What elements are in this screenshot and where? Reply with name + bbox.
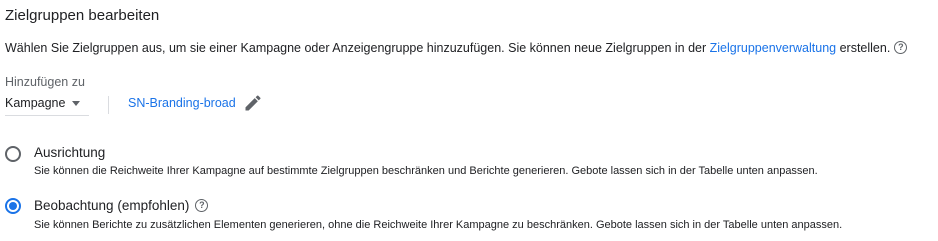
page-title: Zielgruppen bearbeiten <box>5 7 160 24</box>
campaign-name-link[interactable]: SN-Branding-broad <box>128 96 236 110</box>
caret-down-icon <box>72 100 81 106</box>
help-circle-icon[interactable]: ? <box>894 41 908 55</box>
pencil-icon[interactable] <box>243 93 263 113</box>
add-to-select-value: Kampagne <box>5 96 66 110</box>
audience-manager-link[interactable]: Zielgruppenverwaltung <box>710 41 836 55</box>
radio-observation[interactable] <box>5 198 21 214</box>
add-to-label: Hinzufügen zu <box>5 75 85 89</box>
radio-targeting[interactable] <box>5 146 21 162</box>
option-observation-title: Beobachtung (empfohlen)? <box>34 198 209 213</box>
description-text-before: Wählen Sie Zielgruppen aus, um sie einer… <box>5 41 710 55</box>
option-observation-description: Sie können Berichte zu zusätzlichen Elem… <box>34 219 843 231</box>
option-targeting-description: Sie können die Reichweite Ihrer Kampagne… <box>34 165 818 177</box>
add-to-select[interactable]: Kampagne <box>5 91 89 116</box>
radio-selected-dot <box>9 202 17 210</box>
description-text-after: erstellen. <box>836 41 891 55</box>
option-targeting-title: Ausrichtung <box>34 145 106 160</box>
description: Wählen Sie Zielgruppen aus, um sie einer… <box>5 41 908 55</box>
option-observation-title-text: Beobachtung (empfohlen) <box>34 198 190 213</box>
help-circle-icon[interactable]: ? <box>195 198 209 212</box>
vertical-divider <box>108 96 109 114</box>
